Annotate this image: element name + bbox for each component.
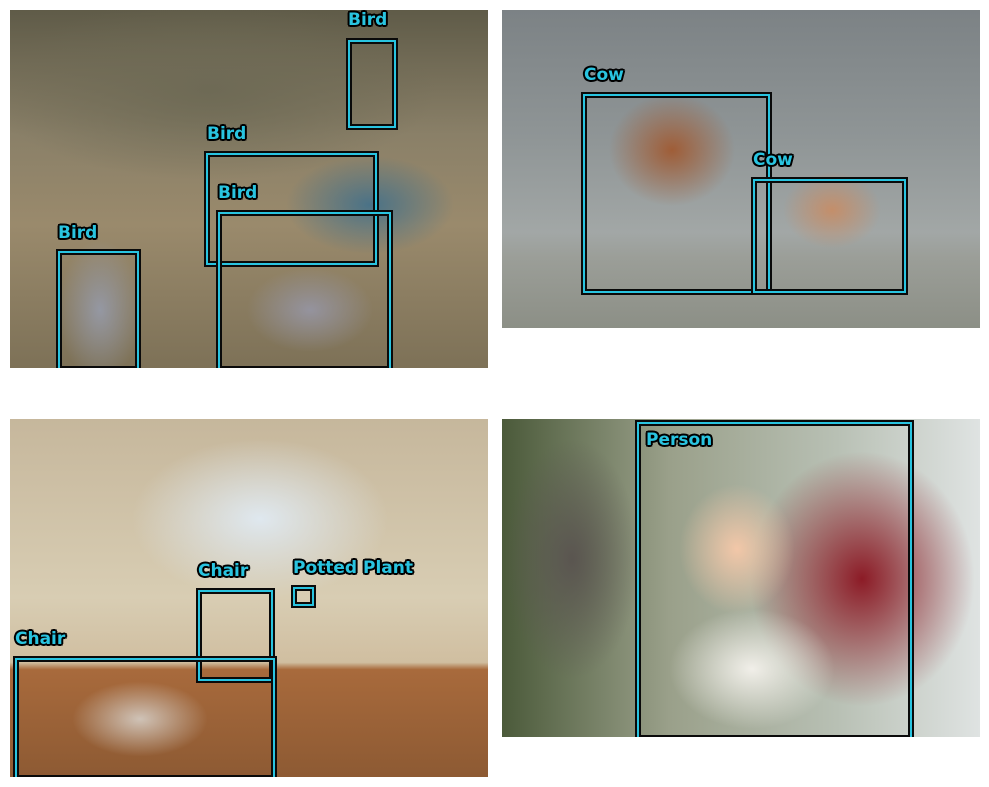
- photo-panel-baby: Person: [502, 419, 980, 737]
- detection-box-cow: [581, 92, 772, 295]
- photo-panel-cows: Cow Cow: [502, 10, 980, 328]
- photo-panel-birds: Bird Bird Bird Bird: [10, 10, 488, 368]
- detection-box-bird: [56, 249, 141, 368]
- detection-box-bird: [216, 210, 393, 368]
- detection-label: Cow: [584, 65, 624, 85]
- detection-box-potted-plant: [291, 585, 316, 608]
- detection-label: Potted Plant: [293, 558, 413, 578]
- photo-panel-living-room: Chair Potted Plant Chair: [10, 419, 488, 777]
- detection-label: Bird: [207, 124, 247, 144]
- detection-box-chair: [13, 656, 277, 777]
- detection-label: Bird: [218, 183, 258, 203]
- detection-label: Bird: [58, 223, 98, 243]
- detection-label: Cow: [753, 150, 793, 170]
- detection-label: Chair: [15, 629, 66, 649]
- detection-label: Bird: [348, 10, 388, 30]
- detection-label: Person: [646, 430, 713, 450]
- detection-box-cow: [751, 177, 908, 295]
- detection-box-person: [635, 420, 914, 737]
- detection-label: Chair: [198, 561, 249, 581]
- detection-box-bird: [346, 38, 398, 130]
